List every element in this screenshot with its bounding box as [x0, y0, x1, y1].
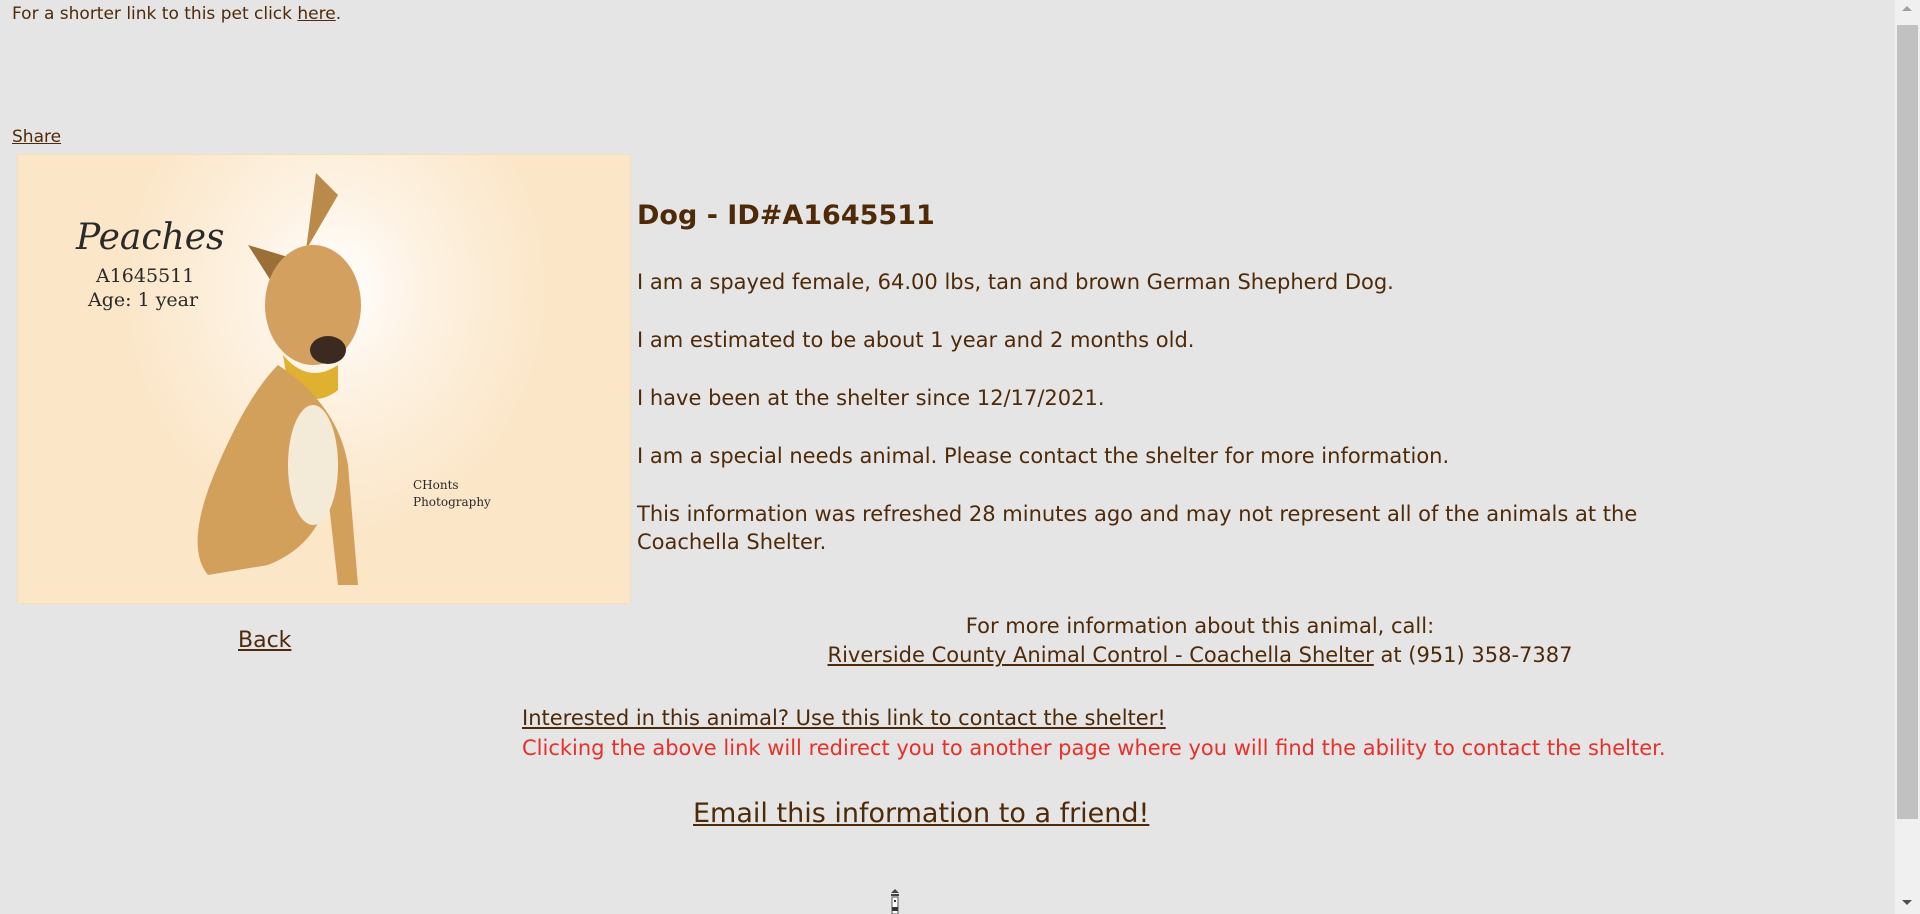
detail-description: I am a spayed female, 64.00 lbs, tan and…	[637, 270, 1394, 294]
pet-photo: Peaches A1645511 Age: 1 year CHonts Phot…	[17, 154, 631, 604]
photo-credit-1: CHonts	[413, 478, 459, 492]
photo-credit-2: Photography	[413, 495, 491, 509]
scrollbar-thumb[interactable]	[1897, 25, 1918, 819]
shelter-phone: at (951) 358-7387	[1373, 643, 1573, 667]
redirect-note: Clicking the above link will redirect yo…	[522, 736, 1666, 760]
short-link-suffix: .	[335, 4, 342, 24]
share-link[interactable]: Share	[12, 127, 61, 147]
animal-title: Dog - ID#A1645511	[637, 200, 935, 231]
dog-illustration	[197, 173, 361, 585]
contact-shelter-link[interactable]: Interested in this animal? Use this link…	[522, 706, 1166, 730]
detail-intake-date: I have been at the shelter since 12/17/2…	[637, 386, 1105, 410]
photo-id: A1645511	[96, 265, 195, 287]
scroll-down-arrow-icon[interactable]	[1902, 900, 1912, 905]
detail-special-needs: I am a special needs animal. Please cont…	[637, 444, 1450, 468]
detail-age: I am estimated to be about 1 year and 2 …	[637, 328, 1195, 352]
short-link-line: For a shorter link to this pet click her…	[12, 4, 341, 24]
lighthouse-icon	[891, 889, 899, 914]
photo-age: Age: 1 year	[88, 289, 199, 311]
short-link[interactable]: here	[297, 4, 335, 24]
contact-intro: For more information about this animal, …	[965, 614, 1435, 638]
scroll-up-arrow-icon[interactable]	[1902, 6, 1912, 11]
shelter-link[interactable]: Riverside County Animal Control - Coache…	[827, 643, 1373, 667]
short-link-text: For a shorter link to this pet click	[12, 4, 298, 24]
vertical-scrollbar[interactable]	[1895, 0, 1920, 914]
email-friend-link[interactable]: Email this information to a friend!	[693, 798, 1149, 829]
detail-refresh-note-2: Coachella Shelter.	[637, 530, 827, 554]
contact-line: Riverside County Animal Control - Coache…	[0, 643, 1920, 667]
detail-refresh-note: This information was refreshed 28 minute…	[637, 502, 1638, 526]
